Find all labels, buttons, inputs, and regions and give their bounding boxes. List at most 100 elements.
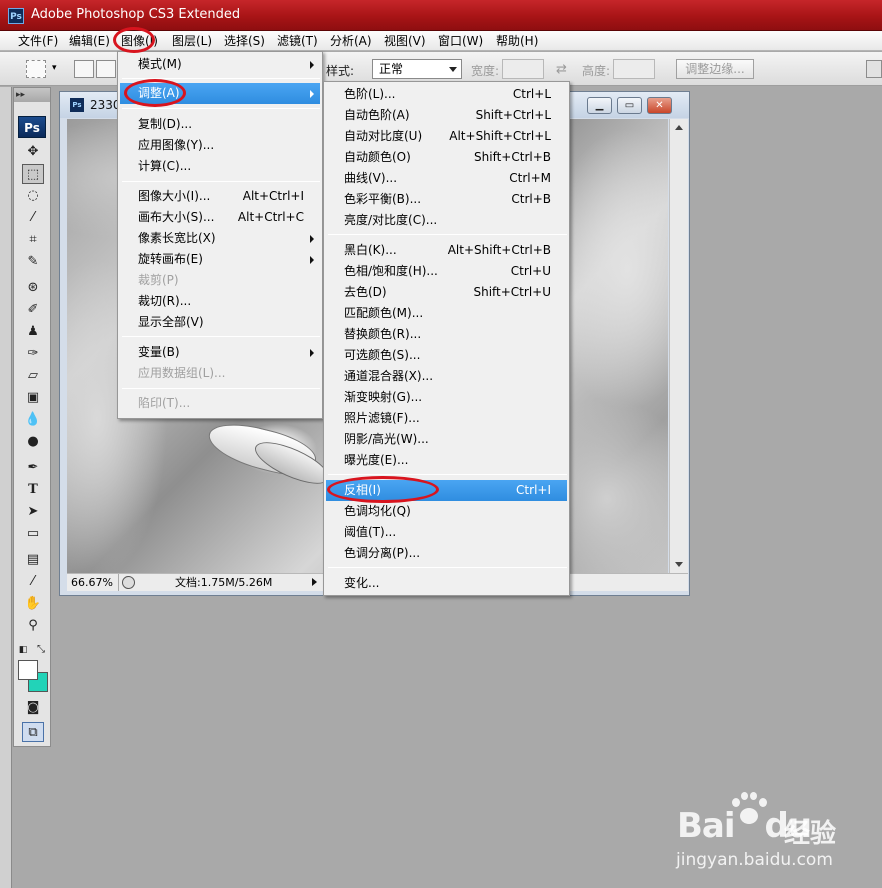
spot-healing-tool-icon[interactable]: ⊛ — [22, 278, 44, 298]
type-tool-icon[interactable]: T — [22, 480, 44, 500]
menu-help[interactable]: 帮助(H) — [494, 33, 540, 49]
menu-edit[interactable]: 编辑(E) — [67, 33, 112, 49]
marquee-tool-preset-icon[interactable] — [26, 60, 46, 78]
menu-item-apply-image[interactable]: 应用图像(Y)... — [120, 135, 320, 156]
menu-item-auto-levels[interactable]: 自动色阶(A) Shift+Ctrl+L — [326, 105, 567, 126]
menu-item-image-size[interactable]: 图像大小(I)... Alt+Ctrl+I — [120, 186, 320, 207]
scroll-up-icon[interactable] — [675, 125, 683, 130]
menu-item-label: 裁剪(P) — [138, 273, 179, 287]
palette-well-icon[interactable] — [866, 60, 882, 78]
scroll-down-icon[interactable] — [675, 562, 683, 567]
menu-file[interactable]: 文件(F) — [16, 33, 60, 49]
menu-analysis[interactable]: 分析(A) — [328, 33, 374, 49]
menu-item-threshold[interactable]: 阈值(T)... — [326, 522, 567, 543]
menu-item-duplicate[interactable]: 复制(D)... — [120, 114, 320, 135]
preset-dropdown-icon[interactable]: ▾ — [52, 63, 62, 81]
clone-stamp-tool-icon[interactable]: ♟ — [22, 322, 44, 342]
pen-tool-icon[interactable]: ✒ — [22, 458, 44, 478]
dodge-tool-icon[interactable]: ● — [22, 432, 44, 452]
watermark-brand-text: Bai — [677, 806, 736, 846]
menu-item-adjustments[interactable]: 调整(A) — [120, 83, 320, 104]
swap-dimensions-icon[interactable]: ⇄ — [556, 62, 567, 77]
menu-item-channel-mixer[interactable]: 通道混合器(X)... — [326, 366, 567, 387]
menu-item-pixel-aspect-ratio[interactable]: 像素长宽比(X) — [120, 228, 320, 249]
new-selection-icon[interactable] — [74, 60, 94, 78]
menu-item-shadow-highlight[interactable]: 阴影/高光(W)... — [326, 429, 567, 450]
menu-item-levels[interactable]: 色阶(L)... Ctrl+L — [326, 84, 567, 105]
height-field[interactable] — [613, 59, 655, 79]
brush-tool-icon[interactable]: ✐ — [22, 300, 44, 320]
menu-item-desaturate[interactable]: 去色(D) Shift+Ctrl+U — [326, 282, 567, 303]
crop-tool-icon[interactable]: ⌗ — [22, 230, 44, 250]
panel-grip[interactable]: ▸▸ — [14, 88, 50, 102]
menu-item-posterize[interactable]: 色调分离(P)... — [326, 543, 567, 564]
shape-tool-icon[interactable]: ▭ — [22, 524, 44, 544]
menu-item-hue-saturation[interactable]: 色相/饱和度(H)... Ctrl+U — [326, 261, 567, 282]
menu-item-color-balance[interactable]: 色彩平衡(B)... Ctrl+B — [326, 189, 567, 210]
menu-item-reveal-all[interactable]: 显示全部(V) — [120, 312, 320, 333]
menu-item-invert[interactable]: 反相(I) Ctrl+I — [326, 480, 567, 501]
status-info-icon[interactable] — [122, 576, 135, 589]
menu-item-equalize[interactable]: 色调均化(Q) — [326, 501, 567, 522]
lasso-tool-icon[interactable]: ◌ — [22, 186, 44, 206]
menu-layer[interactable]: 图层(L) — [170, 33, 214, 49]
gradient-tool-icon[interactable]: ▣ — [22, 388, 44, 408]
default-colors-icon[interactable]: ◧ — [16, 640, 30, 660]
menu-filter[interactable]: 滤镜(T) — [275, 33, 320, 49]
refine-edge-button[interactable]: 调整边缘... — [676, 59, 754, 79]
hand-tool-icon[interactable]: ✋ — [22, 594, 44, 614]
close-icon[interactable]: ✕ — [647, 97, 672, 114]
menu-image[interactable]: 图像(I) — [119, 33, 160, 49]
menu-item-mode[interactable]: 模式(M) — [120, 54, 320, 75]
marquee-tool-icon[interactable]: ⬚ — [22, 164, 44, 184]
path-selection-tool-icon[interactable]: ➤ — [22, 502, 44, 522]
eraser-tool-icon[interactable]: ▱ — [22, 366, 44, 386]
menu-item-exposure[interactable]: 曝光度(E)... — [326, 450, 567, 471]
menu-item-auto-contrast[interactable]: 自动对比度(U) Alt+Shift+Ctrl+L — [326, 126, 567, 147]
menu-item-canvas-size[interactable]: 画布大小(S)... Alt+Ctrl+C — [120, 207, 320, 228]
menu-item-shortcut: Alt+Ctrl+I — [242, 189, 304, 203]
menu-item-variations[interactable]: 变化... — [326, 573, 567, 594]
minimize-button[interactable]: ▁ — [587, 97, 612, 114]
menu-item-variables[interactable]: 变量(B) — [120, 342, 320, 363]
menu-item-auto-color[interactable]: 自动颜色(O) Shift+Ctrl+B — [326, 147, 567, 168]
style-select[interactable]: 正常 — [372, 59, 462, 79]
menu-item-selective-color[interactable]: 可选颜色(S)... — [326, 345, 567, 366]
add-to-selection-icon[interactable] — [96, 60, 116, 78]
status-menu-arrow-icon[interactable] — [312, 578, 317, 586]
menu-item-shortcut: Ctrl+L — [512, 87, 551, 101]
menu-item-brightness-contrast[interactable]: 亮度/对比度(C)... — [326, 210, 567, 231]
magic-wand-tool-icon[interactable]: ⁄ — [22, 208, 44, 228]
swap-colors-icon[interactable]: ⤡ — [34, 640, 48, 660]
foreground-color-swatch[interactable] — [18, 660, 38, 680]
move-tool-icon[interactable]: ✥ — [22, 142, 44, 162]
menu-item-black-white[interactable]: 黑白(K)... Alt+Shift+Ctrl+B — [326, 240, 567, 261]
menu-item-gradient-map[interactable]: 渐变映射(G)... — [326, 387, 567, 408]
menu-item-label: 反相(I) — [344, 483, 381, 497]
menu-window[interactable]: 窗口(W) — [436, 33, 485, 49]
vertical-scrollbar[interactable] — [669, 119, 688, 573]
width-field[interactable] — [502, 59, 544, 79]
zoom-level[interactable]: 66.67% — [69, 574, 119, 591]
menu-item-replace-color[interactable]: 替换颜色(R)... — [326, 324, 567, 345]
blur-tool-icon[interactable]: 💧 — [22, 410, 44, 430]
screen-mode-icon[interactable]: ⧉ — [22, 722, 44, 742]
submenu-arrow-icon — [310, 256, 314, 264]
menu-item-trim[interactable]: 裁切(R)... — [120, 291, 320, 312]
eyedropper-tool-icon[interactable]: ⁄ — [22, 572, 44, 592]
menu-item-calculations[interactable]: 计算(C)... — [120, 156, 320, 177]
quick-mask-icon[interactable]: ◙ — [22, 698, 44, 718]
maximize-button[interactable]: ▭ — [617, 97, 642, 114]
menu-item-curves[interactable]: 曲线(V)... Ctrl+M — [326, 168, 567, 189]
notes-tool-icon[interactable]: ▤ — [22, 550, 44, 570]
menu-item-match-color[interactable]: 匹配颜色(M)... — [326, 303, 567, 324]
watermark-url: jingyan.baidu.com — [676, 850, 833, 870]
menu-select[interactable]: 选择(S) — [222, 33, 267, 49]
slice-tool-icon[interactable]: ✎ — [22, 252, 44, 272]
menu-view[interactable]: 视图(V) — [382, 33, 428, 49]
zoom-tool-icon[interactable]: ⚲ — [22, 616, 44, 636]
photoshop-app-icon: Ps — [8, 8, 24, 24]
menu-item-photo-filter[interactable]: 照片滤镜(F)... — [326, 408, 567, 429]
history-brush-tool-icon[interactable]: ✑ — [22, 344, 44, 364]
menu-item-rotate-canvas[interactable]: 旋转画布(E) — [120, 249, 320, 270]
